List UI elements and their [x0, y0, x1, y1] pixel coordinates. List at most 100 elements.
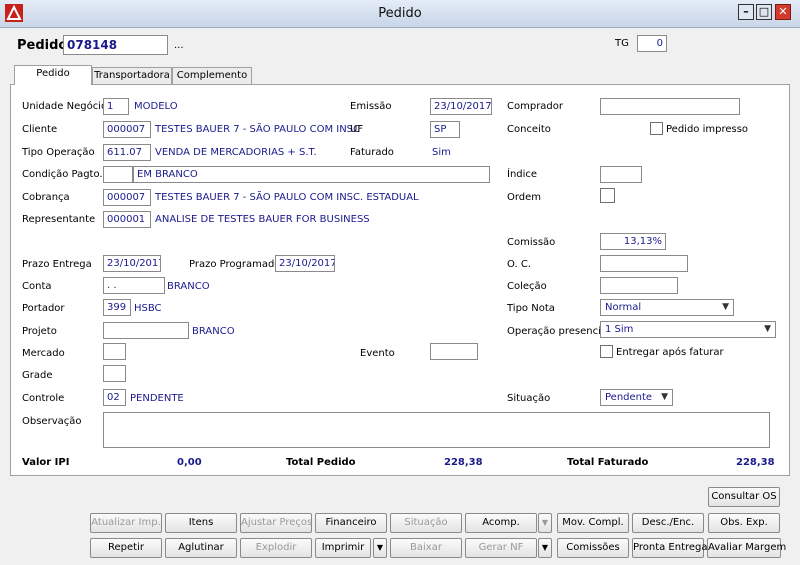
- situacao-label: Situação: [507, 393, 551, 404]
- indice-label: Índice: [507, 169, 538, 180]
- ordem-checkbox[interactable]: [600, 188, 615, 203]
- observacao-textarea[interactable]: [103, 412, 770, 448]
- obs-exp-button[interactable]: Obs. Exp.: [708, 513, 780, 533]
- portador-code-input[interactable]: 399: [103, 299, 131, 316]
- maximize-button[interactable]: □: [756, 4, 772, 20]
- financeiro-button[interactable]: Financeiro: [315, 513, 387, 533]
- tipo-operacao-code-input[interactable]: 611.07: [103, 144, 151, 161]
- avaliar-margem-button[interactable]: Avaliar Margem: [707, 538, 786, 558]
- cliente-label: Cliente: [22, 124, 58, 135]
- tipo-operacao-label: Tipo Operação: [22, 147, 95, 158]
- consultar-os-button[interactable]: Consultar OS: [708, 487, 780, 507]
- operacao-presencial-select[interactable]: 1 Sim ▼: [600, 321, 776, 338]
- cobranca-code-input[interactable]: 000007: [103, 189, 151, 206]
- explodir-button[interactable]: Explodir: [240, 538, 312, 558]
- operacao-presencial-label: Operação presencial: [507, 326, 610, 337]
- unidade-label: Unidade Negócio: [22, 101, 108, 112]
- condicao-code-input[interactable]: [103, 166, 133, 183]
- comissao-input[interactable]: 13,13%: [600, 233, 666, 250]
- conta-name: BRANCO: [167, 281, 210, 292]
- minimize-button[interactable]: –: [738, 4, 754, 20]
- grade-label: Grade: [22, 370, 53, 381]
- imprimir-dropdown-icon[interactable]: ▼: [373, 538, 387, 558]
- imprimir-button[interactable]: Imprimir: [315, 538, 371, 558]
- valor-ipi-value: 0,00: [177, 457, 202, 468]
- unidade-name: MODELO: [134, 101, 178, 112]
- tab-complemento[interactable]: Complemento: [172, 67, 252, 85]
- entregar-apos-checkbox[interactable]: [600, 345, 613, 358]
- aglutinar-button[interactable]: Aglutinar: [165, 538, 237, 558]
- pedido-number-input[interactable]: 078148: [63, 35, 168, 55]
- cobranca-label: Cobrança: [22, 192, 70, 203]
- chevron-down-icon: ▼: [661, 392, 668, 402]
- uf-input[interactable]: SP: [430, 121, 460, 138]
- chevron-down-icon: ▼: [722, 302, 729, 312]
- projeto-input[interactable]: [103, 322, 189, 339]
- colecao-label: Coleção: [507, 281, 547, 292]
- ordem-label: Ordem: [507, 192, 542, 203]
- tipo-nota-select[interactable]: Normal ▼: [600, 299, 734, 316]
- prazo-programado-label: Prazo Programado: [189, 259, 281, 270]
- indice-input[interactable]: [600, 166, 642, 183]
- evento-input[interactable]: [430, 343, 478, 360]
- repetir-button[interactable]: Repetir: [90, 538, 162, 558]
- oc-input[interactable]: [600, 255, 688, 272]
- total-pedido-value: 228,38: [444, 457, 483, 468]
- itens-button[interactable]: Itens: [165, 513, 237, 533]
- cliente-name: TESTES BAUER 7 - SÃO PAULO COM INSC: [155, 124, 361, 135]
- representante-name: ANALISE DE TESTES BAUER FOR BUSINESS: [155, 214, 370, 225]
- situacao-select[interactable]: Pendente ▼: [600, 389, 673, 406]
- emissao-input[interactable]: 23/10/2017: [430, 98, 492, 115]
- situacao-button[interactable]: Situação: [390, 513, 462, 533]
- faturado-label: Faturado: [350, 147, 394, 158]
- desc-enc-button[interactable]: Desc./Enc.: [632, 513, 704, 533]
- cliente-code-input[interactable]: 000007: [103, 121, 151, 138]
- mercado-input[interactable]: [103, 343, 126, 360]
- representante-code-input[interactable]: 000001: [103, 211, 151, 228]
- observacao-label: Observação: [22, 416, 82, 427]
- gerar-nf-dropdown-icon[interactable]: ▼: [538, 538, 552, 558]
- evento-label: Evento: [360, 348, 395, 359]
- pronta-entrega-button[interactable]: Pronta Entrega: [632, 538, 708, 558]
- comissao-label: Comissão: [507, 237, 556, 248]
- controle-name: PENDENTE: [130, 393, 184, 404]
- total-faturado-value: 228,38: [736, 457, 775, 468]
- pedido-impresso-checkbox[interactable]: [650, 122, 663, 135]
- ajustar-precos-button[interactable]: Ajustar Preços: [240, 513, 312, 533]
- atualizar-imp-button[interactable]: Atualizar Imp.: [90, 513, 162, 533]
- grade-input[interactable]: [103, 365, 126, 382]
- tab-transportadora[interactable]: Transportadora: [92, 67, 172, 85]
- entregar-apos-label: Entregar após faturar: [616, 347, 724, 358]
- prazo-entrega-input[interactable]: 23/10/2017: [103, 255, 161, 272]
- tab-pedido[interactable]: Pedido: [14, 65, 92, 85]
- comprador-input[interactable]: [600, 98, 740, 115]
- conta-label: Conta: [22, 281, 52, 292]
- gerar-nf-button[interactable]: Gerar NF: [465, 538, 537, 558]
- comprador-label: Comprador: [507, 101, 564, 112]
- emissao-label: Emissão: [350, 101, 392, 112]
- oc-label: O. C.: [507, 259, 531, 270]
- total-faturado-label: Total Faturado: [567, 457, 649, 468]
- tg-label: TG: [615, 38, 629, 49]
- conceito-label: Conceito: [507, 124, 551, 135]
- baixar-button[interactable]: Baixar: [390, 538, 462, 558]
- mov-compl-button[interactable]: Mov. Compl.: [557, 513, 629, 533]
- colecao-input[interactable]: [600, 277, 678, 294]
- acomp-dropdown-icon[interactable]: ▼: [538, 513, 552, 533]
- tg-input[interactable]: 0: [637, 35, 667, 52]
- pedido-impresso-label: Pedido impresso: [666, 124, 749, 135]
- lookup-button[interactable]: ...: [174, 40, 184, 51]
- pedido-label: Pedido: [17, 38, 68, 53]
- comissoes-button[interactable]: Comissões: [557, 538, 629, 558]
- chevron-down-icon: ▼: [764, 324, 771, 334]
- faturado-value: Sim: [432, 147, 451, 158]
- controle-code-input[interactable]: 02: [103, 389, 126, 406]
- conta-input[interactable]: . .: [103, 277, 165, 294]
- controle-label: Controle: [22, 393, 65, 404]
- prazo-programado-input[interactable]: 23/10/2017: [275, 255, 335, 272]
- unidade-code-input[interactable]: 1: [103, 98, 129, 115]
- acomp-button[interactable]: Acomp.: [465, 513, 537, 533]
- condicao-name-input[interactable]: EM BRANCO: [133, 166, 490, 183]
- close-button[interactable]: ✕: [775, 4, 791, 20]
- tipo-operacao-name: VENDA DE MERCADORIAS + S.T.: [155, 147, 317, 158]
